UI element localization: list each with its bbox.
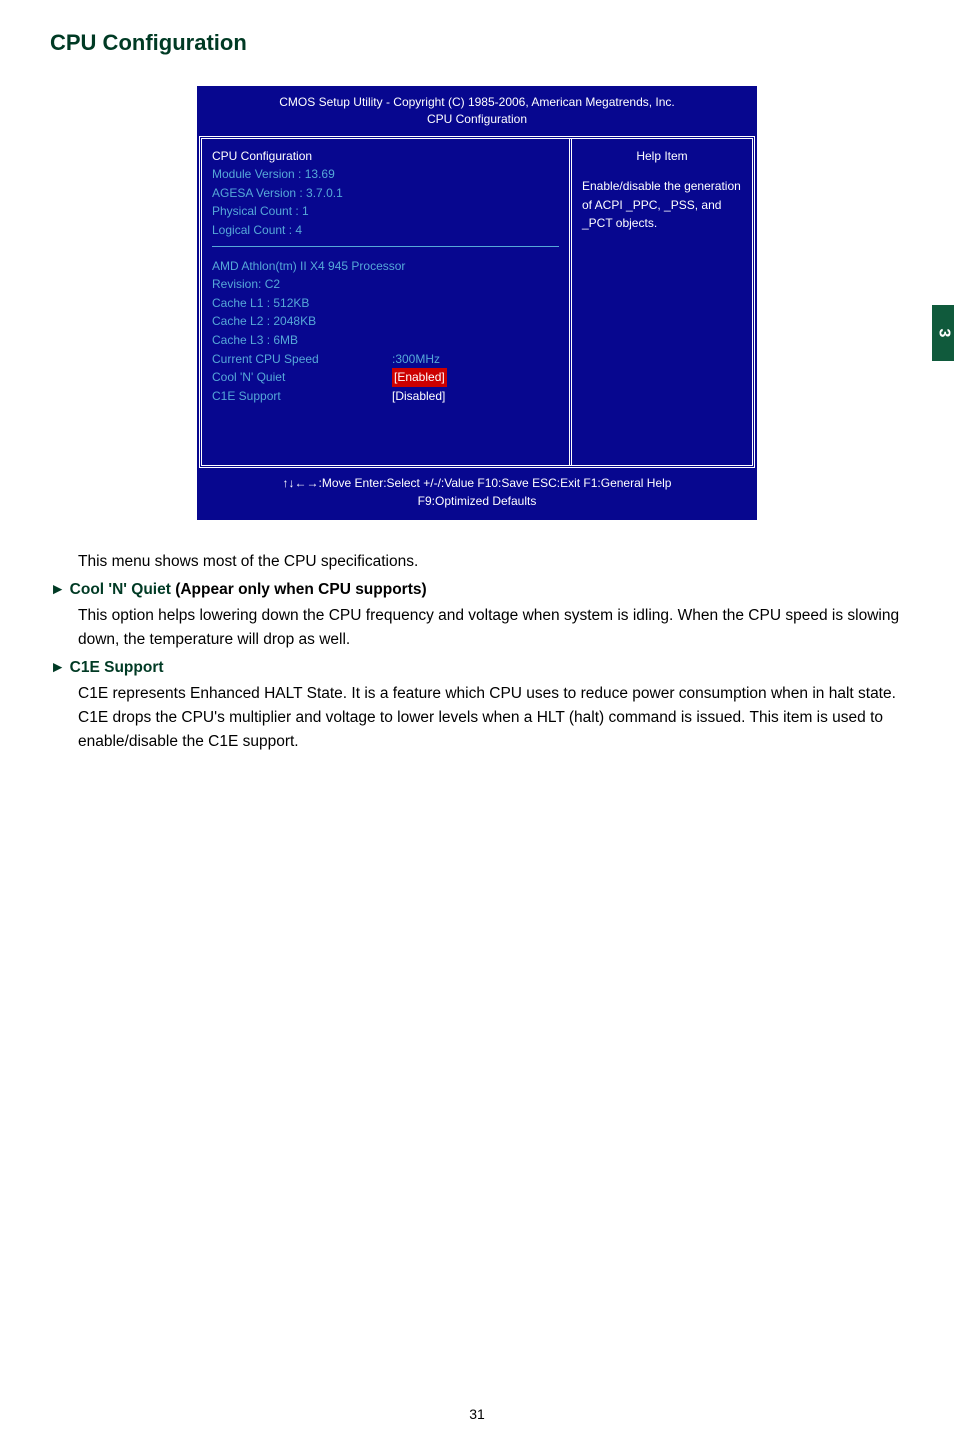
page-number: 31	[0, 1406, 954, 1422]
bios-c1e-row[interactable]: C1E Support [Disabled]	[212, 387, 559, 406]
bios-current-speed-label: Current CPU Speed	[212, 350, 392, 369]
bios-c1e-label: C1E Support	[212, 387, 392, 406]
bios-header-line1: CMOS Setup Utility - Copyright (C) 1985-…	[203, 94, 751, 111]
bios-help-text: Enable/disable the generation of ACPI _P…	[582, 177, 742, 233]
bios-logical-count: Logical Count : 4	[212, 221, 559, 240]
chapter-tab: 3	[932, 305, 954, 361]
cool-heading: ► Cool 'N' Quiet (Appear only when CPU s…	[50, 578, 904, 602]
c1e-title: C1E Support	[70, 659, 164, 676]
bios-footer: ↑↓←→:Move Enter:Select +/-/:Value F10:Sa…	[199, 468, 755, 518]
bios-section-title: CPU Configuration	[212, 147, 559, 166]
bios-module-version: Module Version : 13.69	[212, 165, 559, 184]
bios-cool-label: Cool 'N' Quiet	[212, 368, 392, 387]
bios-c1e-value: [Disabled]	[392, 387, 445, 406]
bios-current-speed-value: :300MHz	[392, 350, 440, 369]
bios-cool-value: [Enabled]	[392, 368, 447, 387]
page-title: CPU Configuration	[50, 30, 904, 56]
bios-current-speed-row: Current CPU Speed :300MHz	[212, 350, 559, 369]
bios-agesa-version: AGESA Version : 3.7.0.1	[212, 184, 559, 203]
body-content: This menu shows most of the CPU specific…	[50, 550, 904, 754]
bios-physical-count: Physical Count : 1	[212, 202, 559, 221]
bios-header: CMOS Setup Utility - Copyright (C) 1985-…	[199, 88, 755, 136]
bios-window: CMOS Setup Utility - Copyright (C) 1985-…	[197, 86, 757, 520]
bios-cpu-name: AMD Athlon(tm) II X4 945 Processor	[212, 257, 559, 276]
bios-left-pane: CPU Configuration Module Version : 13.69…	[202, 139, 572, 466]
arrow-icon: ►	[50, 581, 65, 598]
bios-footer-line2: F9:Optimized Defaults	[203, 492, 751, 510]
bios-header-line2: CPU Configuration	[203, 111, 751, 128]
bios-right-pane: Help Item Enable/disable the generation …	[572, 139, 752, 466]
cool-title-suffix: (Appear only when CPU supports)	[171, 581, 427, 598]
intro-text: This menu shows most of the CPU specific…	[50, 550, 904, 574]
bios-divider	[212, 246, 559, 247]
chapter-number: 3	[934, 329, 952, 338]
bios-cache-l1: Cache L1 : 512KB	[212, 294, 559, 313]
bios-footer-line1: ↑↓←→:Move Enter:Select +/-/:Value F10:Sa…	[203, 474, 751, 492]
c1e-heading: ► C1E Support	[50, 656, 904, 680]
bios-cool-row[interactable]: Cool 'N' Quiet [Enabled]	[212, 368, 559, 387]
bios-cache-l2: Cache L2 : 2048KB	[212, 312, 559, 331]
bios-revision: Revision: C2	[212, 275, 559, 294]
c1e-text: C1E represents Enhanced HALT State. It i…	[50, 682, 904, 754]
arrow-icon: ►	[50, 659, 65, 676]
bios-body: CPU Configuration Module Version : 13.69…	[199, 136, 755, 469]
bios-cache-l3: Cache L3 : 6MB	[212, 331, 559, 350]
cool-text: This option helps lowering down the CPU …	[50, 604, 904, 652]
bios-help-title: Help Item	[582, 147, 742, 166]
cool-title-prefix: Cool 'N' Quiet	[70, 581, 171, 598]
